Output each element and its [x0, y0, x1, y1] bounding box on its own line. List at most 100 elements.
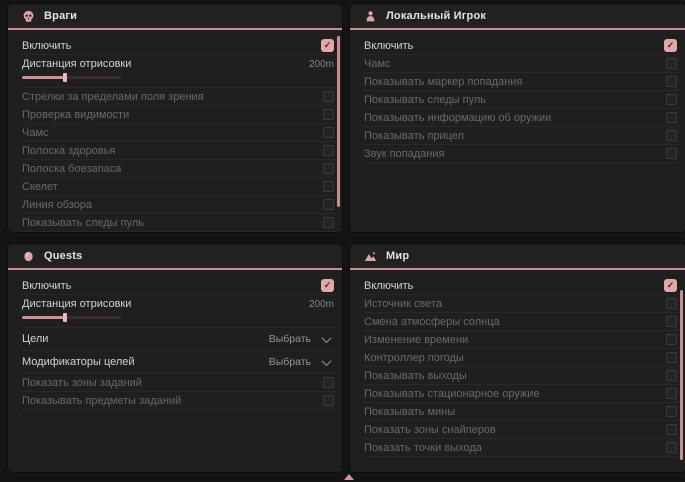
quest-icon	[22, 250, 35, 263]
slider-thumb[interactable]	[63, 313, 67, 322]
setting-row-checkbox[interactable]: Показывать маркер попадания	[364, 73, 679, 91]
setting-row-checkbox[interactable]: Показывать стационарное оружие	[364, 385, 679, 403]
setting-row-slider: Дистанция отрисовки200m	[22, 295, 336, 328]
panel-title: Враги	[44, 10, 77, 22]
setting-row-checkbox[interactable]: Показать точки выхода	[364, 439, 679, 457]
checkbox[interactable]	[666, 424, 677, 435]
setting-row-checkbox[interactable]: Чамс	[22, 124, 336, 142]
panel-quests: Quests Включить Дистанция отрисовки200m Цел…	[8, 244, 342, 472]
setting-row-checkbox[interactable]: Звук попадания	[364, 145, 679, 163]
row-label: Включить	[22, 40, 71, 52]
setting-row-checkbox[interactable]: Включить	[364, 37, 679, 55]
row-label: Показать зоны снайперов	[364, 424, 496, 436]
checkbox[interactable]	[664, 279, 677, 292]
setting-row-checkbox[interactable]: Показывать выходы	[364, 367, 679, 385]
panel-rows: Включить Источник света Смена атмосферы со…	[350, 270, 685, 457]
distance-slider[interactable]	[22, 73, 122, 82]
checkbox[interactable]	[323, 377, 334, 388]
checkbox[interactable]	[664, 39, 677, 52]
dropdown-select[interactable]: Выбрать	[269, 333, 334, 345]
checkbox[interactable]	[323, 145, 334, 156]
person-icon	[364, 10, 377, 23]
row-label: Показывать прицел	[364, 130, 464, 142]
checkbox[interactable]	[323, 199, 334, 210]
panel-title: Локальный Игрок	[386, 10, 486, 22]
row-label: Стрелки за пределами поля зрения	[22, 91, 204, 103]
setting-row-checkbox[interactable]: Изменение времени	[364, 331, 679, 349]
checkbox[interactable]	[666, 334, 677, 345]
row-label: Показать точки выхода	[364, 442, 482, 454]
row-label: Показывать маркер попадания	[364, 76, 522, 88]
row-label: Модификаторы целей	[22, 356, 135, 368]
checkbox[interactable]	[323, 395, 334, 406]
setting-row-checkbox[interactable]: Показывать следы пуль	[364, 91, 679, 109]
slider-thumb[interactable]	[63, 73, 67, 82]
setting-row-checkbox[interactable]: Показывать информацию об оружии	[364, 109, 679, 127]
setting-row-checkbox[interactable]: Чамс	[364, 55, 679, 73]
setting-row-checkbox[interactable]: Включить	[22, 277, 336, 295]
checkbox[interactable]	[666, 94, 677, 105]
row-label: Изменение времени	[364, 334, 468, 346]
row-label: Источник света	[364, 298, 442, 310]
checkbox[interactable]	[666, 388, 677, 399]
slider-head: Дистанция отрисовки200m	[22, 298, 334, 310]
setting-row-dropdown: Модификаторы целей Выбрать	[22, 351, 336, 374]
setting-row-checkbox[interactable]: Показывать предметы заданий	[22, 392, 336, 410]
scrollbar[interactable]	[337, 36, 340, 207]
row-label: Дистанция отрисовки	[22, 298, 131, 310]
checkbox[interactable]	[321, 279, 334, 292]
setting-row-checkbox[interactable]: Проверка видимости	[22, 106, 336, 124]
setting-row-checkbox[interactable]: Показать зоны заданий	[22, 374, 336, 392]
panel-world-header[interactable]: Мир	[350, 244, 685, 268]
checkbox[interactable]	[323, 217, 334, 228]
setting-row-checkbox[interactable]: Показать зоны снайперов	[364, 421, 679, 439]
row-label: Цели	[22, 333, 48, 345]
row-label: Показывать предметы заданий	[22, 395, 181, 407]
setting-row-checkbox[interactable]: Контроллер погоды	[364, 349, 679, 367]
checkbox[interactable]	[323, 127, 334, 138]
slider-head: Дистанция отрисовки200m	[22, 58, 334, 70]
checkbox[interactable]	[666, 406, 677, 417]
row-label: Показать зоны заданий	[22, 377, 142, 389]
setting-row-checkbox[interactable]: Скелет	[22, 178, 336, 196]
checkbox[interactable]	[666, 370, 677, 381]
checkbox[interactable]	[323, 109, 334, 120]
checkbox[interactable]	[666, 76, 677, 87]
checkbox[interactable]	[323, 163, 334, 174]
checkbox[interactable]	[666, 316, 677, 327]
row-label: Показывать стационарное оружие	[364, 388, 540, 400]
panel-enemies: Враги Включить Дистанция отрисовки200m Стре…	[8, 4, 342, 232]
checkbox[interactable]	[666, 112, 677, 123]
checkbox[interactable]	[321, 39, 334, 52]
setting-row-checkbox[interactable]: Линия обзора	[22, 196, 336, 214]
setting-row-checkbox[interactable]: Смена атмосферы солнца	[364, 313, 679, 331]
setting-row-checkbox[interactable]: Источник света	[364, 295, 679, 313]
setting-row-checkbox[interactable]: Показывать мины	[364, 403, 679, 421]
setting-row-checkbox[interactable]: Полоска здоровья	[22, 142, 336, 160]
setting-row-checkbox[interactable]: Стрелки за пределами поля зрения	[22, 88, 336, 106]
checkbox[interactable]	[666, 148, 677, 159]
scrollbar[interactable]	[680, 290, 683, 460]
setting-row-checkbox[interactable]: Включить	[22, 37, 336, 55]
setting-row-slider: Дистанция отрисовки200m	[22, 55, 336, 88]
checkbox[interactable]	[323, 91, 334, 102]
panel-local-player-header[interactable]: Локальный Игрок	[350, 4, 685, 28]
checkbox[interactable]	[666, 442, 677, 453]
dropdown-value: Выбрать	[269, 356, 311, 368]
setting-row-checkbox[interactable]: Включить	[364, 277, 679, 295]
panel-quests-header[interactable]: Quests	[8, 244, 342, 268]
panel-enemies-header[interactable]: Враги	[8, 4, 342, 28]
row-label: Показывать информацию об оружии	[364, 112, 551, 124]
distance-slider[interactable]	[22, 313, 122, 322]
checkbox[interactable]	[666, 58, 677, 69]
slider-fill	[22, 76, 65, 79]
row-label: Показывать следы пуль	[22, 217, 144, 229]
dropdown-select[interactable]: Выбрать	[269, 356, 334, 368]
checkbox[interactable]	[323, 181, 334, 192]
checkbox[interactable]	[666, 298, 677, 309]
checkbox[interactable]	[666, 352, 677, 363]
setting-row-checkbox[interactable]: Показывать прицел	[364, 127, 679, 145]
checkbox[interactable]	[666, 130, 677, 141]
setting-row-checkbox[interactable]: Полоска боезапаса	[22, 160, 336, 178]
setting-row-checkbox[interactable]: Показывать следы пуль	[22, 214, 336, 232]
